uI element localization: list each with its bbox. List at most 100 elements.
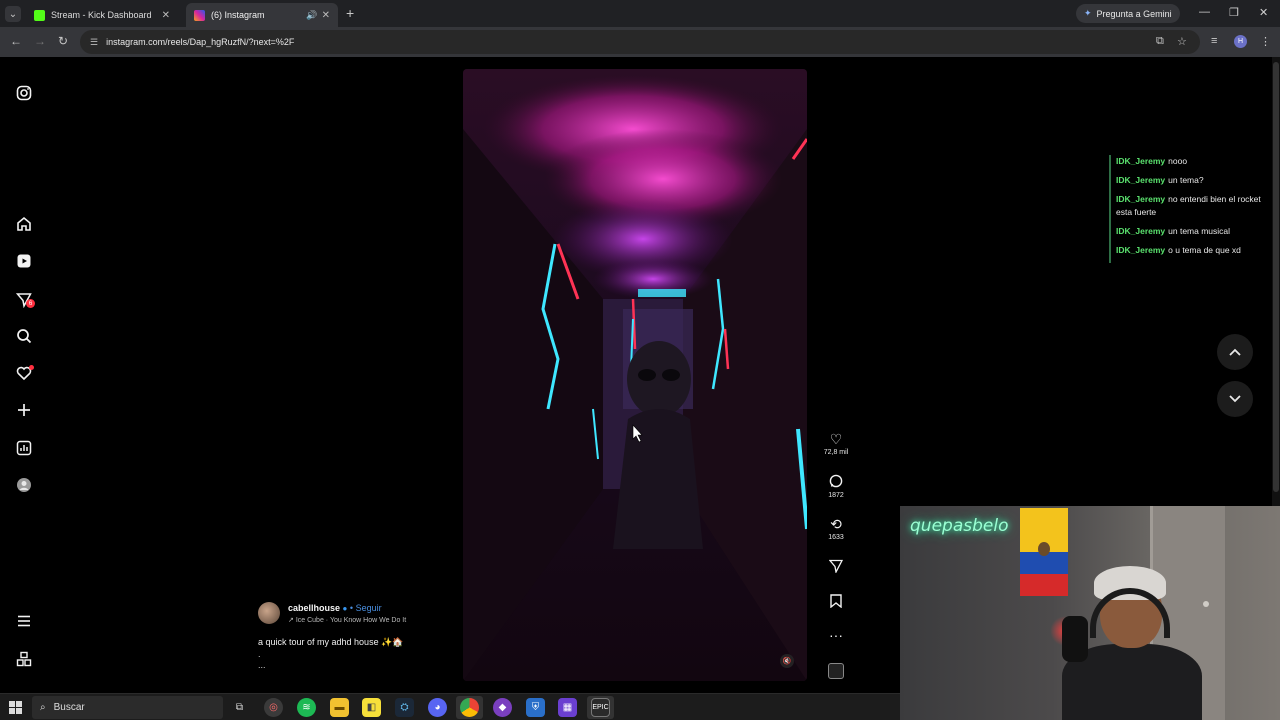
- repost-count: 1633: [828, 534, 844, 541]
- follow-button[interactable]: Seguir: [356, 603, 382, 613]
- chevron-down-icon: [1229, 395, 1241, 403]
- tab-instagram[interactable]: (6) Instagram 🔊 ✕: [186, 3, 338, 27]
- sticky-notes-icon[interactable]: ◧: [362, 698, 381, 717]
- close-tab-icon[interactable]: ✕: [162, 10, 170, 21]
- reel-caption-dot: .: [258, 649, 261, 659]
- ecuador-flag: [1020, 508, 1068, 596]
- share-button[interactable]: [819, 559, 853, 575]
- share-icon: [819, 559, 853, 575]
- screen: ⌄ Stream - Kick Dashboard ✕ (6) Instagra…: [0, 0, 1280, 720]
- like-count: 72,8 mil: [823, 449, 849, 456]
- tab-audio-icon[interactable]: 🔊: [306, 10, 317, 21]
- repost-button[interactable]: ⟲ 1633: [819, 516, 853, 541]
- tab-kick-dashboard[interactable]: Stream - Kick Dashboard ✕: [26, 3, 178, 27]
- chrome-icon[interactable]: [460, 698, 479, 717]
- chat-text: nooo: [1168, 156, 1188, 166]
- home-icon[interactable]: [15, 215, 33, 233]
- media-controls-icon[interactable]: ≡: [1211, 35, 1217, 47]
- gemini-sparkle-icon: ✦: [1084, 8, 1092, 18]
- chat-message: IDK_Jeremy o u tema de que xd: [1116, 244, 1279, 257]
- more-apps-icon[interactable]: [15, 650, 33, 668]
- save-button[interactable]: [819, 594, 853, 610]
- install-app-icon[interactable]: ⧉: [1156, 35, 1164, 48]
- bookmark-star-icon[interactable]: ☆: [1177, 35, 1187, 48]
- new-tab-icon[interactable]: +: [346, 5, 354, 21]
- gemini-label: Pregunta a Gemini: [1096, 8, 1172, 19]
- chat-message: IDK_Jeremy no entendi bien el rocket esta…: [1116, 193, 1279, 219]
- taskbar-search-placeholder: Buscar: [53, 702, 85, 713]
- start-icon[interactable]: [9, 701, 22, 714]
- taskbar-search[interactable]: ⌕ Buscar: [32, 696, 223, 719]
- browser-tab-strip: ⌄ Stream - Kick Dashboard ✕ (6) Instagra…: [0, 0, 1280, 27]
- profile-icon[interactable]: [15, 476, 33, 494]
- task-view-icon[interactable]: ⧉: [230, 698, 249, 717]
- browser-menu-icon[interactable]: ⋮: [1260, 35, 1271, 48]
- repost-icon: ⟲: [830, 516, 842, 532]
- instagram-favicon-icon: [194, 9, 205, 21]
- next-reel-button[interactable]: [1217, 381, 1253, 417]
- chat-text: un tema?: [1168, 175, 1204, 185]
- profile-avatar[interactable]: H: [1234, 35, 1247, 48]
- chat-text: o u tema de que xd: [1168, 245, 1241, 255]
- dashboard-icon[interactable]: [15, 439, 33, 457]
- browser-toolbar: ← → ↻ ☰ instagram.com/reels/Dap_hgRuzfN/…: [0, 27, 1280, 57]
- site-info-icon[interactable]: ☰: [90, 37, 98, 48]
- address-bar[interactable]: ☰ instagram.com/reels/Dap_hgRuzfN/?next=…: [80, 30, 1200, 54]
- verified-icon: ●: [342, 604, 348, 613]
- app-icon[interactable]: ⛨: [526, 698, 545, 717]
- audio-toggle-icon[interactable]: 🔇: [780, 654, 794, 668]
- audio-track[interactable]: ↗ Ice Cube · You Know How We Do It: [288, 616, 406, 624]
- tab-title: Stream - Kick Dashboard: [51, 10, 152, 20]
- epic-games-icon[interactable]: EPIC: [591, 698, 610, 717]
- more-options-button[interactable]: ···: [819, 627, 853, 643]
- reel-video-frame: [463, 69, 807, 681]
- forward-icon[interactable]: →: [34, 34, 46, 48]
- close-window-icon[interactable]: ✕: [1259, 6, 1268, 19]
- app-icon[interactable]: ▦: [558, 698, 577, 717]
- chevron-up-icon: [1229, 348, 1241, 356]
- caption-more[interactable]: ...: [258, 660, 266, 670]
- author-line: cabellhouse ● • Seguir: [288, 603, 382, 613]
- instagram-logo-icon[interactable]: [15, 84, 33, 102]
- chat-text: un tema musical: [1168, 226, 1231, 236]
- gemini-button[interactable]: ✦ Pregunta a Gemini: [1076, 4, 1180, 23]
- comment-icon: [819, 474, 853, 490]
- bookmark-icon: [819, 594, 853, 610]
- tab-search-icon[interactable]: ⌄: [5, 6, 21, 22]
- chat-user: IDK_Jeremy: [1116, 226, 1166, 236]
- comment-button[interactable]: 1872: [819, 474, 853, 499]
- notifications-dot: [29, 365, 34, 370]
- close-tab-icon[interactable]: ✕: [322, 10, 330, 21]
- search-icon: ⌕: [40, 702, 46, 713]
- url-text: instagram.com/reels/Dap_hgRuzfN/?next=%2…: [106, 37, 295, 47]
- menu-icon[interactable]: [15, 612, 33, 630]
- scrollbar-thumb[interactable]: [1273, 62, 1279, 492]
- reels-icon[interactable]: [15, 252, 33, 270]
- author-username[interactable]: cabellhouse: [288, 603, 340, 613]
- previous-reel-button[interactable]: [1217, 334, 1253, 370]
- steam-icon[interactable]: ⛭: [395, 698, 414, 717]
- reel-video[interactable]: 🔇: [463, 69, 807, 681]
- follow-separator: •: [349, 603, 354, 613]
- restore-icon[interactable]: ❐: [1229, 6, 1239, 19]
- file-explorer-icon[interactable]: ▬: [330, 698, 349, 717]
- reload-icon[interactable]: ↻: [58, 34, 68, 48]
- app-icon[interactable]: ◆: [493, 698, 512, 717]
- audio-thumbnail[interactable]: [828, 663, 844, 679]
- minimize-icon[interactable]: —: [1199, 6, 1210, 18]
- search-icon[interactable]: [15, 327, 33, 345]
- chat-message: IDK_Jeremy un tema?: [1116, 174, 1279, 187]
- like-button[interactable]: ♡ 72,8 mil: [819, 431, 853, 456]
- back-icon[interactable]: ←: [10, 34, 22, 48]
- author-avatar[interactable]: [258, 602, 280, 624]
- discord-icon[interactable]: ◕: [428, 698, 447, 717]
- neon-sign: quepasbelo: [910, 516, 1009, 536]
- app-icon[interactable]: ◎: [264, 698, 283, 717]
- chat-user: IDK_Jeremy: [1116, 175, 1166, 185]
- tab-title: (6) Instagram: [211, 10, 265, 20]
- spotify-icon[interactable]: ≋: [297, 698, 316, 717]
- webcam-overlay: quepasbelo: [900, 506, 1280, 720]
- windows-taskbar: ⌕ Buscar ⧉ ◎ ≋ ▬ ◧ ⛭ ◕ ◆ ⛨ ▦ EPIC: [0, 693, 900, 720]
- create-icon[interactable]: [15, 401, 33, 419]
- chat-message: IDK_Jeremy un tema musical: [1116, 225, 1279, 238]
